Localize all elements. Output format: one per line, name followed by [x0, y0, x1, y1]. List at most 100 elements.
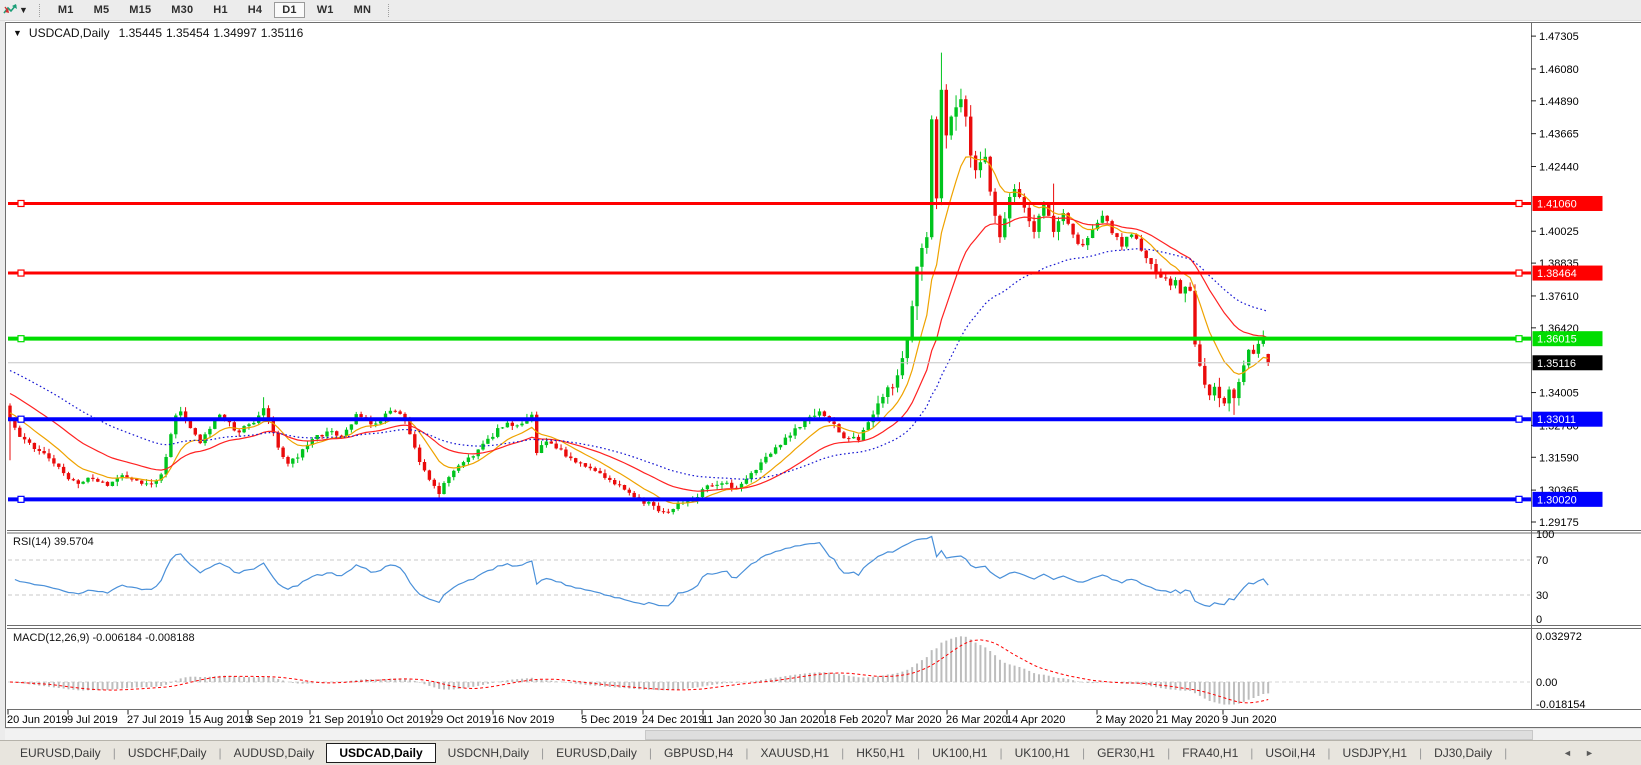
scrollbar-thumb[interactable]	[645, 730, 1533, 740]
tab-uk100-h1[interactable]: UK100,H1	[920, 743, 999, 763]
date-tick-label: 20 Jun 2019	[7, 714, 68, 726]
price-tick-label: 1.34005	[1539, 388, 1579, 400]
timeframe-h1-button[interactable]: H1	[205, 2, 235, 18]
tab-gbpusd-h4[interactable]: GBPUSD,H4	[652, 743, 745, 763]
timeframe-d1-button[interactable]: D1	[274, 2, 305, 18]
price-tick-label: 1.43665	[1539, 129, 1579, 141]
tab-ger30-h1[interactable]: GER30,H1	[1085, 743, 1167, 763]
price-tick-label: 1.47305	[1539, 31, 1579, 43]
mt4-window: ▼ M1 M5 M15 M30 H1 H4 D1 W1 MN 1.47305 1.46080 1.4…	[0, 0, 1641, 765]
hline-handle[interactable]	[1515, 415, 1523, 423]
tab-dj30-daily[interactable]: DJ30,Daily	[1422, 743, 1504, 763]
tab-fra40-h1[interactable]: FRA40,H1	[1170, 743, 1250, 763]
chart-background	[5, 21, 1641, 728]
chart-title: ▼ USDCAD,Daily 1.35445 1.35454 1.34997 1…	[13, 26, 303, 40]
hline-price-tag-label: 1.38464	[1537, 268, 1577, 280]
date-tick-label: 15 Aug 2019	[189, 714, 251, 726]
tab-xauusd-h1[interactable]: XAUUSD,H1	[748, 743, 841, 763]
tab-hk50-h1[interactable]: HK50,H1	[844, 743, 917, 763]
tab-bar: EURUSD,Daily | USDCHF,Daily | AUDUSD,Daily US…	[0, 740, 1641, 765]
price-tick-label: 1.46080	[1539, 64, 1579, 76]
rsi-axis-label: 30	[1536, 590, 1548, 602]
hline-price-tag-label: 1.30020	[1537, 494, 1577, 506]
date-tick-label: 10 Oct 2019	[371, 714, 431, 726]
hline-handle[interactable]	[1515, 335, 1523, 343]
date-tick-label: 21 May 2020	[1156, 714, 1220, 726]
date-tick-label: 14 Apr 2020	[1006, 714, 1065, 726]
timeframe-m15-button[interactable]: M15	[121, 2, 159, 18]
hline-handle[interactable]	[1515, 495, 1523, 503]
tab-usdcnh-daily[interactable]: USDCNH,Daily	[436, 743, 541, 763]
date-tick-label: 29 Oct 2019	[431, 714, 491, 726]
chart-canvas: 1.47305 1.46080 1.44890 1.43665 1.42440 1.400…	[5, 21, 1641, 728]
toolbar: ▼ M1 M5 M15 M30 H1 H4 D1 W1 MN	[0, 0, 1641, 21]
date-tick-label: 2 May 2020	[1096, 714, 1153, 726]
ohlc-high: 1.35454	[166, 26, 210, 40]
symbol-label: USDCAD,Daily	[28, 26, 110, 40]
macd-axis-label: -0.018154	[1536, 699, 1586, 711]
collapse-marker-icon[interactable]: ▼	[13, 28, 22, 38]
ohlc-close: 1.35116	[260, 26, 304, 40]
timeframe-w1-button[interactable]: W1	[309, 2, 342, 18]
date-tick-label: 16 Nov 2019	[492, 714, 554, 726]
timeframe-mn-button[interactable]: MN	[346, 2, 380, 18]
price-tick-label: 1.37610	[1539, 291, 1579, 303]
tab-audusd-daily[interactable]: AUDUSD,Daily	[222, 743, 327, 763]
tab-usdchf-daily[interactable]: USDCHF,Daily	[116, 743, 219, 763]
date-tick-label: 27 Jul 2019	[127, 714, 184, 726]
tab-divider: |	[1504, 746, 1508, 760]
timeframe-m1-button[interactable]: M1	[50, 2, 82, 18]
hline-handle[interactable]	[17, 335, 25, 343]
hline-price-tag-label: 1.33011	[1537, 414, 1576, 426]
hline-handle[interactable]	[17, 269, 25, 277]
date-tick-label: 7 Mar 2020	[886, 714, 942, 726]
date-tick-label: 9 Jul 2019	[67, 714, 118, 726]
hline-price-tag-label: 1.36015	[1537, 334, 1577, 346]
date-tick-label: 18 Feb 2020	[824, 714, 886, 726]
tab-usdcad-daily[interactable]: USDCAD,Daily	[326, 743, 436, 763]
toolbar-separator	[388, 3, 390, 17]
chevron-down-icon[interactable]: ▼	[19, 5, 28, 15]
rsi-axis-label: 0	[1536, 614, 1542, 626]
tab-usdjpy-h1[interactable]: USDJPY,H1	[1331, 743, 1419, 763]
rsi-axis-label: 100	[1536, 529, 1554, 541]
price-tick-label: 1.31590	[1539, 452, 1579, 464]
price-tick-label: 1.29175	[1539, 517, 1579, 529]
hline-handle[interactable]	[17, 495, 25, 503]
date-tick-label: 24 Dec 2019	[642, 714, 704, 726]
price-tick-label: 1.40025	[1539, 226, 1579, 238]
macd-indicator-title: MACD(12,26,9) -0.006184 -0.008188	[13, 632, 195, 644]
tab-eurusd-daily[interactable]: EURUSD,Daily	[544, 743, 649, 763]
date-tick-label: 30 Jan 2020	[764, 714, 825, 726]
tab-eurusd-daily[interactable]: EURUSD,Daily	[8, 743, 113, 763]
rsi-axis-label: 70	[1536, 555, 1548, 567]
date-tick-label: 11 Jan 2020	[702, 714, 762, 726]
toolbar-separator	[38, 3, 41, 17]
hline-handle[interactable]	[1515, 199, 1523, 208]
timeframe-h4-button[interactable]: H4	[240, 2, 270, 18]
hline-handle[interactable]	[17, 199, 25, 208]
hline-price-tag-label: 1.41060	[1537, 198, 1577, 210]
date-tick-label: 9 Jun 2020	[1222, 714, 1276, 726]
date-tick-label: 26 Mar 2020	[946, 714, 1008, 726]
rsi-indicator-title: RSI(14) 39.5704	[13, 536, 94, 548]
hline-handle[interactable]	[1515, 269, 1523, 277]
macd-axis-label: 0.032972	[1536, 631, 1582, 643]
timeframe-m30-button[interactable]: M30	[163, 2, 201, 18]
price-tick-label: 1.42440	[1539, 161, 1579, 173]
date-tick-label: 3 Sep 2019	[247, 714, 303, 726]
bid-price-tag-label: 1.35116	[1537, 358, 1576, 370]
ohlc-open: 1.35445	[118, 26, 162, 40]
tab-uk100-h1[interactable]: UK100,H1	[1003, 743, 1082, 763]
date-tick-label: 21 Sep 2019	[309, 714, 371, 726]
timeframe-m5-button[interactable]: M5	[86, 2, 118, 18]
tab-scroll-right-icon[interactable]: ►	[1585, 748, 1594, 758]
macd-axis-label: 0.00	[1536, 677, 1557, 689]
ohlc-low: 1.34997	[213, 26, 257, 40]
price-arrows-icon[interactable]	[3, 3, 18, 17]
tab-scroll-left-icon[interactable]: ◄	[1563, 748, 1572, 758]
price-tick-label: 1.44890	[1539, 96, 1579, 108]
date-tick-label: 5 Dec 2019	[581, 714, 637, 726]
hline-handle[interactable]	[17, 415, 25, 423]
tab-usoil-h4[interactable]: USOil,H4	[1253, 743, 1327, 763]
